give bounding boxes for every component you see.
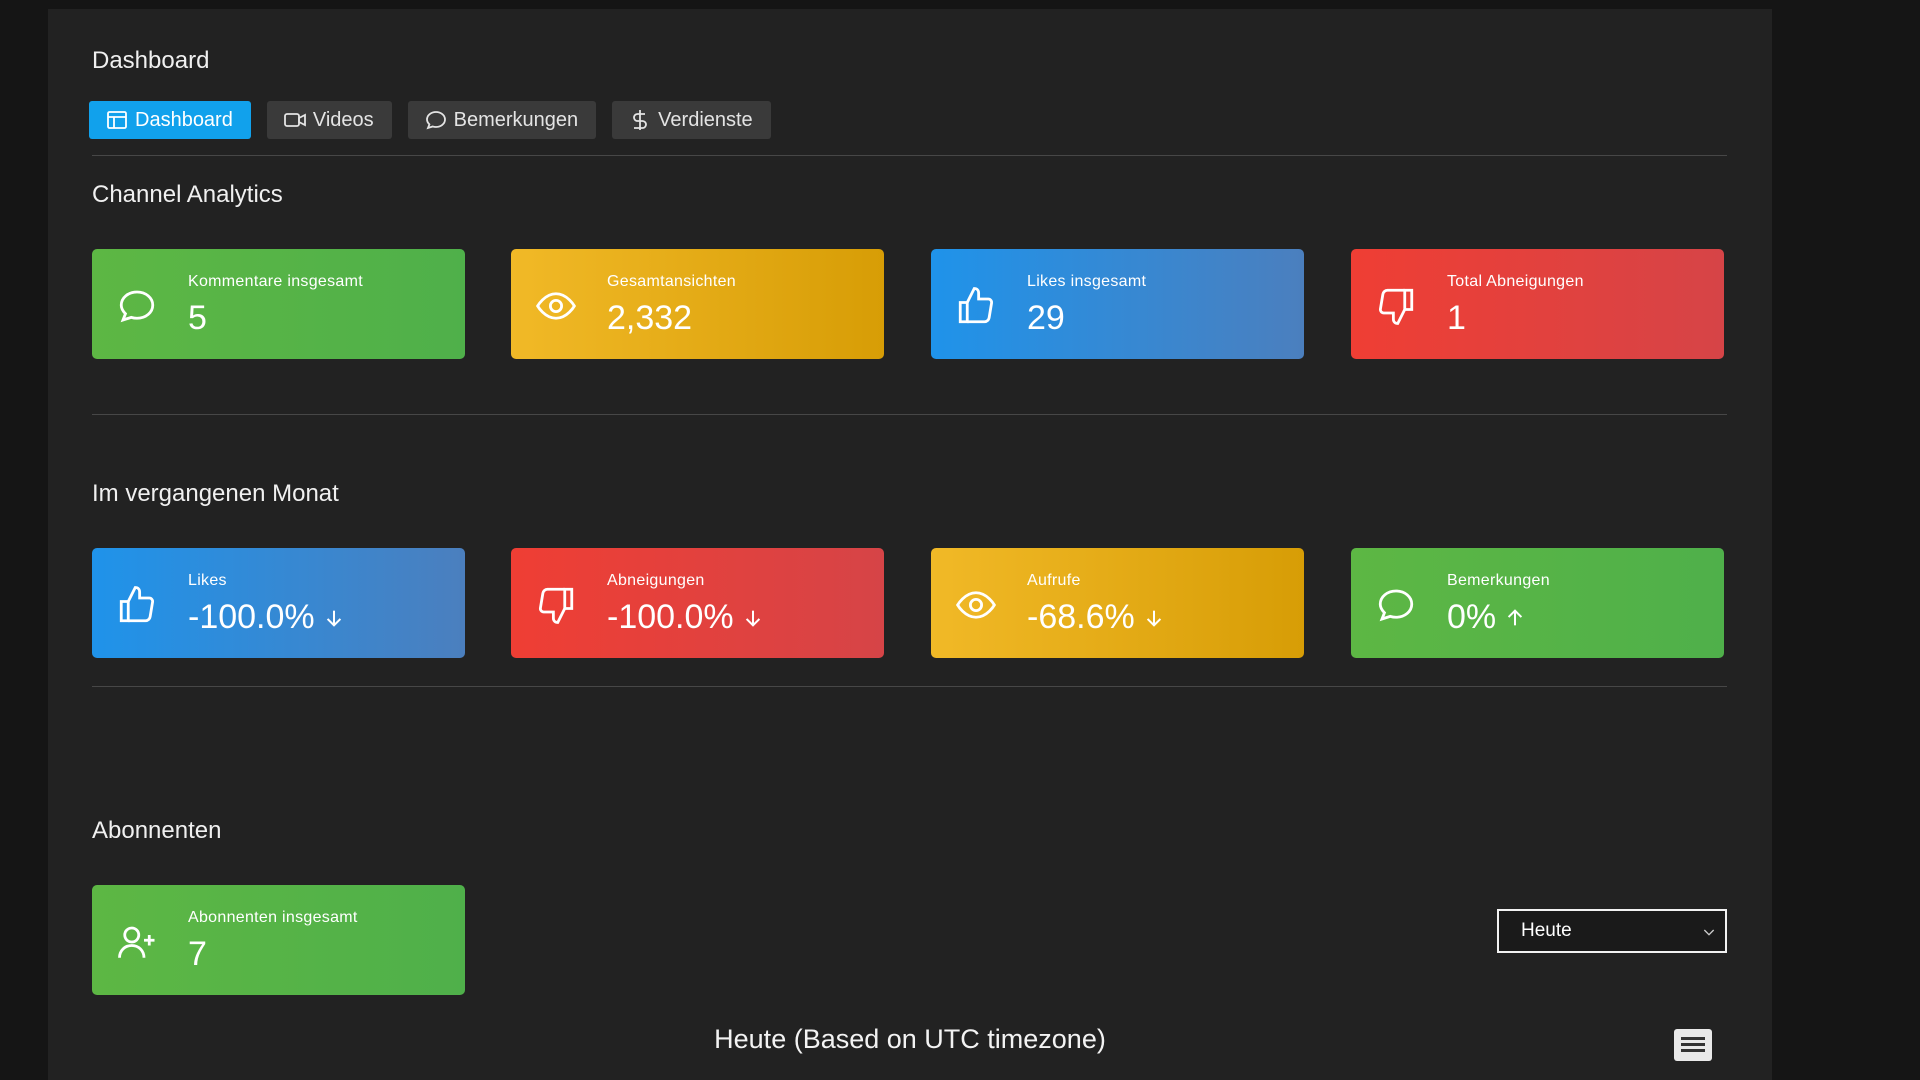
comment-icon — [425, 111, 446, 130]
thumbs-down-icon — [538, 587, 574, 624]
card-value: -100.0% — [188, 598, 315, 636]
card-label: Bemerkungen — [1447, 572, 1550, 589]
card-label: Abonnenten insgesamt — [188, 909, 358, 926]
period-select-value: Heute — [1521, 920, 1572, 941]
divider — [92, 155, 1727, 156]
section-title-channel-analytics: Channel Analytics — [92, 181, 283, 208]
card-comments-change: Bemerkungen 0% — [1351, 548, 1724, 658]
thumbs-up-icon — [958, 287, 994, 324]
eye-icon — [536, 292, 576, 320]
tab-verdienste[interactable]: Verdienste — [612, 101, 771, 139]
card-value: 1 — [1447, 299, 1466, 337]
arrow-down-icon — [326, 610, 341, 627]
page-title: Dashboard — [92, 47, 210, 74]
card-total-comments: Kommentare insgesamt 5 — [92, 249, 465, 359]
tab-dashboard[interactable]: Dashboard — [89, 101, 251, 139]
tab-videos[interactable]: Videos — [266, 101, 392, 139]
arrow-up-icon — [1508, 608, 1523, 625]
tab-bemerkungen[interactable]: Bemerkungen — [407, 101, 597, 139]
user-plus-icon — [118, 926, 155, 958]
card-value: 7 — [188, 935, 207, 973]
tab-label: Videos — [312, 108, 374, 131]
arrow-down-icon — [1146, 610, 1161, 627]
card-likes-change: Likes -100.0% — [92, 548, 465, 658]
dollar-icon — [633, 110, 648, 130]
divider — [92, 686, 1727, 687]
card-value: -100.0% — [607, 598, 734, 636]
card-value: 5 — [188, 299, 207, 337]
dashboard-panel: Dashboard Dashboard Videos Bemerkungen V… — [48, 9, 1772, 1080]
card-label: Total Abneigungen — [1447, 273, 1584, 290]
chevron-down-icon — [1703, 929, 1715, 936]
card-dislikes-change: Abneigungen -100.0% — [511, 548, 884, 658]
divider — [92, 414, 1727, 415]
card-label: Aufrufe — [1027, 572, 1081, 589]
comment-icon — [119, 290, 155, 323]
period-select[interactable]: Heute — [1497, 909, 1727, 953]
eye-icon — [956, 591, 996, 619]
card-total-dislikes: Total Abneigungen 1 — [1351, 249, 1724, 359]
chart-menu-button[interactable] — [1674, 1029, 1712, 1061]
tab-bar: Dashboard Videos Bemerkungen Verdienste — [89, 101, 771, 139]
card-total-subscribers: Abonnenten insgesamt 7 — [92, 885, 465, 995]
tab-label: Verdienste — [658, 108, 753, 131]
card-label: Likes insgesamt — [1027, 273, 1147, 290]
section-title-last-month: Im vergangenen Monat — [92, 480, 339, 507]
thumbs-down-icon — [1378, 288, 1414, 325]
card-label: Abneigungen — [607, 572, 705, 589]
card-value: 2,332 — [607, 299, 693, 337]
card-label: Gesamtansichten — [607, 273, 737, 290]
tab-label: Bemerkungen — [453, 108, 579, 131]
card-total-likes: Likes insgesamt 29 — [931, 249, 1304, 359]
card-total-views: Gesamtansichten 2,332 — [511, 249, 884, 359]
comment-icon — [1378, 589, 1414, 622]
card-label: Likes — [188, 572, 227, 589]
section-title-subscribers: Abonnenten — [92, 817, 222, 844]
tab-label: Dashboard — [135, 108, 233, 131]
card-label: Kommentare insgesamt — [188, 273, 363, 290]
card-value: 29 — [1027, 299, 1065, 337]
thumbs-up-icon — [119, 586, 155, 623]
card-value: 0% — [1447, 598, 1497, 636]
chart-title: Heute (Based on UTC timezone) — [714, 1024, 1106, 1054]
layout-icon — [107, 111, 127, 129]
card-views-change: Aufrufe -68.6% — [931, 548, 1304, 658]
arrow-down-icon — [745, 610, 760, 627]
card-value: -68.6% — [1027, 598, 1135, 636]
video-camera-icon — [283, 113, 306, 127]
